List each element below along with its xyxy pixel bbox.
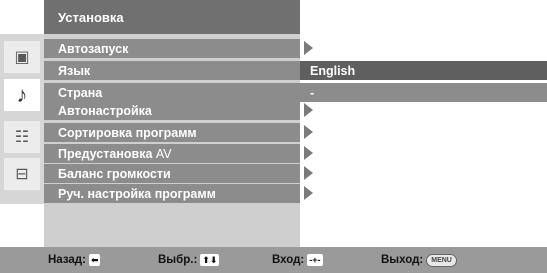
menu-item-suffix: AV: [155, 146, 172, 161]
menu-title: Установка: [44, 0, 300, 34]
menu-item-program-sorting[interactable]: Сортировка программ: [44, 123, 300, 142]
menu-item-label: Руч. настройка программ: [58, 186, 216, 201]
toolbox-icon[interactable]: ⊟: [4, 158, 40, 190]
menu-item-autotuning[interactable]: Автонастройка: [44, 101, 300, 120]
music-note-icon[interactable]: ♪: [4, 79, 40, 111]
left-arrow-icon: ⬅: [88, 254, 101, 266]
menu-item-label: Баланс громкости: [58, 166, 171, 181]
picture-icon[interactable]: ▣: [4, 41, 40, 73]
select-hint: Выбр.: ⬆⬇: [158, 254, 220, 266]
country-option[interactable]: -: [300, 83, 547, 102]
submenu-arrow-icon: [304, 41, 313, 55]
submenu-arrow-icon: [304, 186, 313, 200]
menu-item-label: Язык: [58, 63, 91, 78]
menu-button-icon: MENU: [426, 253, 457, 267]
enter-label: Вход:: [272, 254, 305, 266]
language-value: English: [310, 63, 356, 78]
menu-item-label: Автонастройка: [58, 103, 152, 118]
menu-item-label: Автозапуск: [58, 41, 129, 56]
menu-item-label: Предустановка: [58, 146, 153, 161]
enter-hint: Вход: -+-: [272, 254, 323, 266]
select-label: Выбр.:: [158, 254, 198, 266]
menu-item-manual-tuning[interactable]: Руч. настройка программ: [44, 184, 300, 203]
submenu-arrow-icon: [304, 125, 313, 139]
menu-item-language[interactable]: Язык: [44, 61, 300, 80]
back-label: Назад:: [48, 254, 86, 266]
menu-item-country[interactable]: Страна: [44, 83, 300, 102]
submenu-arrow-icon: [304, 166, 313, 180]
exit-label: Выход:: [381, 254, 424, 266]
country-value: -: [310, 85, 315, 100]
menu-item-label: Страна: [58, 85, 103, 100]
up-down-arrow-icon: ⬆⬇: [200, 254, 220, 266]
menu-item-volume-balance[interactable]: Баланс громкости: [44, 164, 300, 183]
channel-list-icon[interactable]: ☷: [4, 121, 40, 153]
enter-button-icon: -+-: [307, 254, 323, 266]
back-hint: Назад: ⬅: [48, 254, 101, 266]
menu-item-label: Сортировка программ: [58, 125, 197, 140]
submenu-arrow-icon: [304, 146, 313, 160]
footer-help-bar: Назад: ⬅ Выбр.: ⬆⬇ Вход: -+- Выход: MENU: [0, 247, 547, 273]
menu-item-av-preset[interactable]: Предустановка AV: [44, 144, 300, 163]
menu-item-autostart[interactable]: Автозапуск: [44, 39, 300, 58]
exit-hint: Выход: MENU: [381, 253, 457, 267]
submenu-arrow-icon: [304, 103, 313, 117]
language-option-english[interactable]: English: [300, 61, 547, 80]
